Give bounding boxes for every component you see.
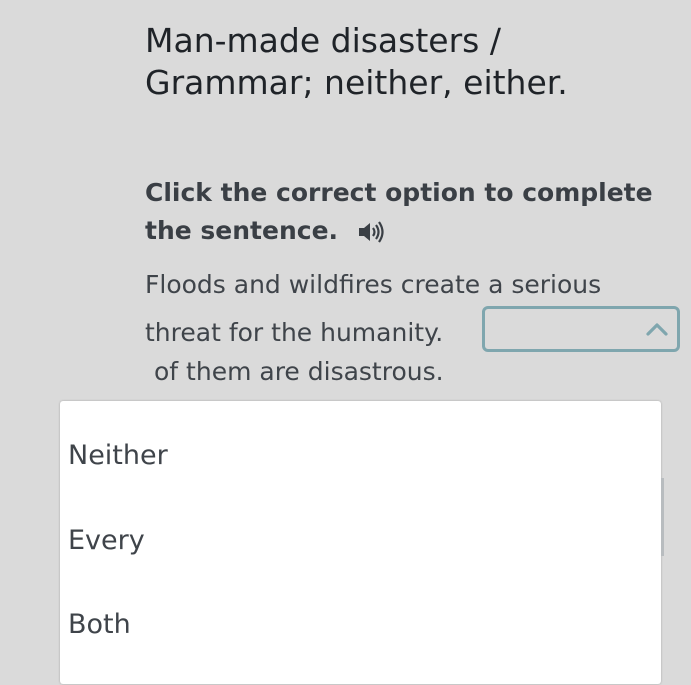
instruction-line-2-text: the sentence. <box>145 216 339 245</box>
chevron-up-icon[interactable] <box>645 318 669 340</box>
option-both[interactable]: Both <box>68 595 653 655</box>
option-every[interactable]: Every <box>68 511 653 571</box>
instruction: Click the correct option to complete the… <box>145 174 675 250</box>
instruction-line-1: Click the correct option to complete <box>145 178 653 207</box>
scrollbar[interactable] <box>661 478 664 556</box>
sentence-line-2: threat for the humanity. <box>145 318 444 347</box>
instruction-line-2: the sentence. <box>145 212 675 250</box>
speaker-icon[interactable] <box>357 217 385 243</box>
sentence-line-3: of them are disastrous. <box>154 357 444 386</box>
options-dropdown: Neither Every Both <box>60 401 661 684</box>
exercise-page: Man-made disasters / Grammar; neither, e… <box>0 0 691 685</box>
answer-select[interactable] <box>482 306 680 352</box>
title-line-2: Grammar; neither, either. <box>145 63 568 102</box>
page-title: Man-made disasters / Grammar; neither, e… <box>145 20 665 104</box>
sentence-line-1: Floods and wildfires create a serious <box>145 270 602 299</box>
option-neither[interactable]: Neither <box>68 426 653 486</box>
title-line-1: Man-made disasters / <box>145 21 501 60</box>
